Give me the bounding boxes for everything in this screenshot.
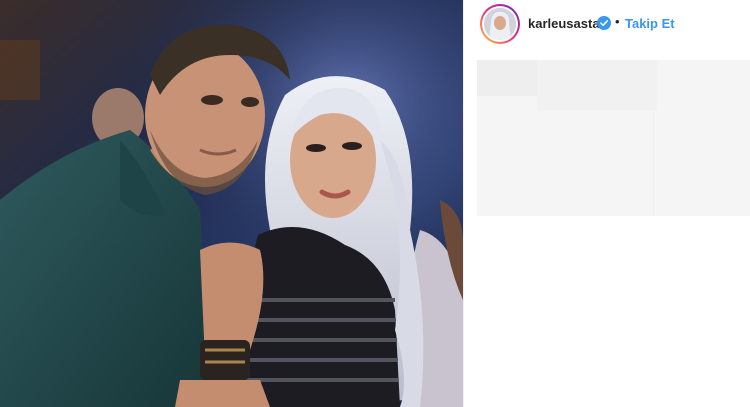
username-link[interactable]: karleusastar [528, 16, 605, 31]
verified-badge-icon [597, 16, 611, 30]
post-photo[interactable] [0, 0, 463, 407]
separator-dot: • [615, 14, 620, 29]
follow-button[interactable]: Takip Et [625, 16, 675, 31]
photo-illustration [0, 0, 463, 407]
comments-placeholder [477, 60, 750, 216]
post-header: karleusastar • Takip Et [464, 0, 750, 48]
avatar[interactable] [480, 4, 520, 44]
panel-divider [463, 0, 464, 407]
avatar-image [484, 8, 516, 40]
